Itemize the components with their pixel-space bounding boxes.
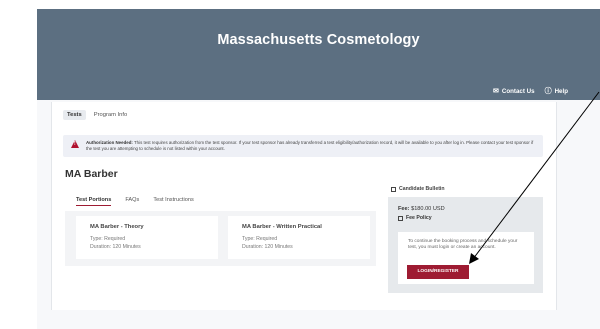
annotation-arrow [469,91,600,264]
